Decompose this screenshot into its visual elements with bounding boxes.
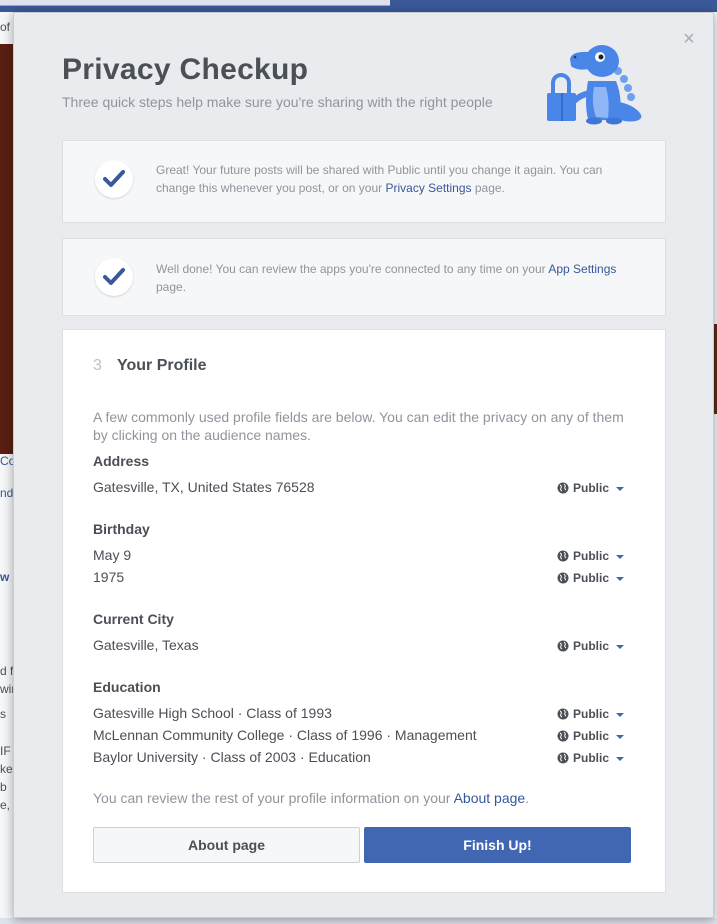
footer-end: . — [525, 790, 530, 806]
step-title: Your Profile — [117, 357, 207, 374]
step-posts-text-after: page. — [471, 181, 505, 195]
about-page-link[interactable]: About page — [454, 790, 526, 806]
globe-icon — [557, 708, 569, 720]
chevron-down-icon — [616, 645, 625, 649]
field-value: Gatesville, Texas — [93, 637, 199, 653]
background-text-fragment: s — [0, 707, 6, 721]
chevron-down-icon — [616, 735, 625, 739]
audience-selector[interactable]: Public — [557, 570, 625, 586]
background-text-fragment: b — [0, 780, 7, 794]
app-settings-link[interactable]: App Settings — [548, 262, 616, 276]
background-text-fragment: of — [0, 20, 11, 34]
globe-icon — [557, 572, 569, 584]
background-text-fragment: e, — [0, 798, 11, 812]
background-text-fragment: IF — [0, 744, 11, 758]
field-label-address: Address — [93, 453, 150, 469]
globe-icon — [557, 640, 569, 652]
field-value: May 9 — [93, 547, 132, 563]
globe-icon — [557, 550, 569, 562]
audience-label: Public — [573, 707, 610, 721]
chevron-down-icon — [616, 577, 625, 581]
background-text-fragment: d f — [0, 664, 14, 678]
step-posts-card: Great! Your future posts will be shared … — [62, 140, 666, 223]
field-value: Gatesville, TX, United States 76528 — [93, 479, 315, 495]
background-top-bar — [0, 0, 717, 12]
audience-selector[interactable]: Public — [557, 548, 625, 564]
audience-label: Public — [573, 751, 610, 765]
chevron-down-icon — [616, 713, 625, 717]
field-label-birthday: Birthday — [93, 521, 150, 537]
audience-label: Public — [573, 549, 610, 563]
step-posts-text: Great! Your future posts will be shared … — [156, 161, 626, 197]
field-label-education: Education — [93, 679, 161, 695]
globe-icon — [557, 752, 569, 764]
chevron-down-icon — [616, 487, 625, 491]
field-value: 1975 — [93, 569, 125, 585]
globe-icon — [557, 730, 569, 742]
about-page-button[interactable]: About page — [93, 827, 360, 863]
profile-footer-note: You can review the rest of your profile … — [93, 790, 529, 806]
background-cover-photo — [0, 44, 13, 454]
dialog-title: Privacy Checkup — [62, 53, 309, 86]
dinosaur-mascot-icon — [547, 45, 642, 125]
field-value: McLennan Community College · Class of 19… — [93, 727, 477, 743]
step-complete-check-icon — [95, 160, 133, 198]
audience-selector[interactable]: Public — [557, 480, 625, 496]
globe-icon — [557, 482, 569, 494]
privacy-settings-link[interactable]: Privacy Settings — [385, 181, 471, 195]
audience-label: Public — [573, 729, 610, 743]
step-apps-text-after: page. — [156, 280, 187, 294]
step-apps-text-before: Well done! You can review the apps you'r… — [156, 262, 549, 276]
dialog-subtitle: Three quick steps help make sure you're … — [62, 94, 493, 110]
audience-selector[interactable]: Public — [557, 638, 625, 654]
audience-label: Public — [573, 639, 610, 653]
footer-text: You can review the rest of your profile … — [93, 790, 454, 806]
finish-up-button[interactable]: Finish Up! — [364, 827, 631, 863]
step-profile-card: 3 Your Profile A few commonly used profi… — [62, 329, 666, 893]
step-number: 3 — [93, 357, 102, 374]
audience-selector[interactable]: Public — [557, 728, 625, 744]
field-label-current-city: Current City — [93, 611, 174, 627]
field-value: Gatesville High School · Class of 1993 — [93, 705, 332, 721]
background-text-fragment: ke — [0, 762, 13, 776]
audience-selector[interactable]: Public — [557, 706, 625, 722]
audience-label: Public — [573, 571, 610, 585]
background-left-column: of Co nda w d f win s IF ke b e, — [0, 12, 20, 924]
audience-selector[interactable]: Public — [557, 750, 625, 766]
background-text-fragment: w — [0, 570, 10, 584]
audience-label: Public — [573, 481, 610, 495]
chevron-down-icon — [616, 757, 625, 761]
privacy-checkup-dialog: × Privacy Checkup Three quick steps help… — [13, 12, 714, 918]
chevron-down-icon — [616, 555, 625, 559]
field-value: Baylor University · Class of 2003 · Educ… — [93, 749, 371, 765]
step-complete-check-icon — [95, 258, 133, 296]
step-posts-text-before: Great! Your future posts will be shared … — [156, 163, 603, 195]
step-apps-card: Well done! You can review the apps you'r… — [62, 238, 666, 316]
close-button[interactable]: × — [681, 29, 697, 49]
background-bottom-strip — [0, 918, 717, 924]
background-search-bar — [0, 0, 390, 6]
step-intro: A few commonly used profile fields are b… — [93, 409, 624, 443]
step-apps-text: Well done! You can review the apps you'r… — [156, 260, 626, 296]
